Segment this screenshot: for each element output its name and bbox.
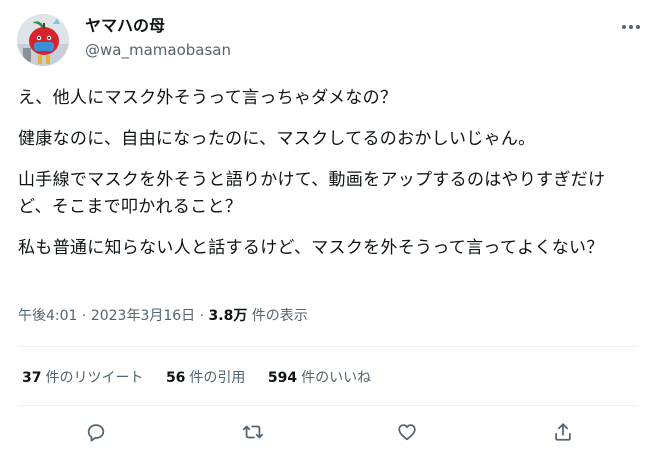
quotes-stat[interactable]: 56 件の引用 <box>166 367 245 389</box>
tweet-text: え、他人にマスク外そうって言っちゃダメなの？ 健康なのに、自由になったのに、マス… <box>18 85 636 262</box>
meta-separator: · <box>199 308 205 324</box>
quotes-count: 56 <box>165 370 186 386</box>
tweet-date[interactable]: 2023年3月16日 <box>91 308 195 324</box>
retweets-label: 件のリツイート <box>45 370 144 386</box>
retweets-stat[interactable]: 37 件のリツイート <box>22 367 143 389</box>
views-label: 件の表示 <box>251 308 308 324</box>
tweet-stats: 37 件のリツイート 56 件の引用 594 件のいいね <box>22 367 371 389</box>
tweet-paragraph: え、他人にマスク外そうって言っちゃダメなの？ <box>18 88 398 108</box>
tweet-paragraph: 山手線でマスクを外そうと語りかけて、動画をアップするのはやりすぎだけど、そこまで… <box>18 170 606 217</box>
user-handle[interactable]: @wa_mamaobasan <box>85 40 231 60</box>
share-icon <box>555 423 571 441</box>
likes-label: 件のいいね <box>301 370 372 386</box>
action-bar <box>0 417 652 447</box>
tweet-paragraph: 健康なのに、自由になったのに、マスクしてるのおかしいじゃん。 <box>18 129 536 149</box>
heart-icon <box>398 424 416 441</box>
share-button[interactable] <box>548 417 578 447</box>
display-name[interactable]: ヤマハの母 <box>85 15 165 37</box>
likes-count: 594 <box>267 370 298 386</box>
likes-stat[interactable]: 594 件のいいね <box>268 367 371 389</box>
divider <box>18 405 638 406</box>
tweet-paragraph: 私も普通に知らない人と話するけど、マスクを外そうって言ってよくない？ <box>18 238 604 258</box>
like-button[interactable] <box>392 417 422 447</box>
divider <box>18 346 638 347</box>
tweet-meta: 午後4:01 · 2023年3月16日 · 3.8万 件の表示 <box>18 305 308 327</box>
reply-button[interactable] <box>81 417 111 447</box>
tweet-time[interactable]: 午後4:01 <box>18 308 77 324</box>
reply-icon <box>87 424 105 442</box>
more-horizontal-icon <box>622 25 640 29</box>
avatar[interactable] <box>17 14 69 66</box>
retweet-button[interactable] <box>238 417 268 447</box>
quotes-label: 件の引用 <box>189 370 246 386</box>
meta-separator: · <box>81 308 87 324</box>
more-button[interactable] <box>614 12 648 42</box>
views-count: 3.8万 <box>208 308 248 324</box>
retweet-icon <box>242 425 264 439</box>
retweets-count: 37 <box>22 370 42 386</box>
avatar-image <box>17 14 69 66</box>
tweet-card: ヤマハの母 @wa_mamaobasan え、他人にマスク外そうって言っちゃダメ… <box>0 0 652 454</box>
